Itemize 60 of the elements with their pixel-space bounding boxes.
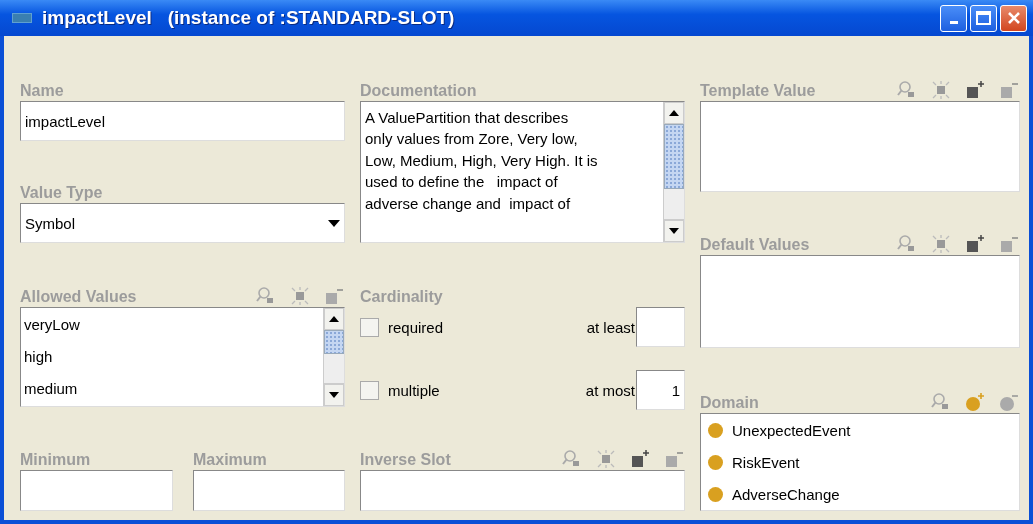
section-label: Domain (700, 393, 759, 413)
close-icon (1006, 11, 1021, 25)
up-arrow-icon (329, 316, 339, 322)
section-label: Maximum (193, 450, 267, 470)
minimize-button[interactable] (940, 4, 967, 32)
section-label: Documentation (360, 81, 477, 101)
down-arrow-icon (669, 228, 679, 234)
section-label: Name (20, 81, 64, 101)
square-plus-icon[interactable] (964, 79, 986, 101)
bound-label: at most (585, 381, 635, 399)
list-item[interactable]: AdverseChange (732, 485, 840, 503)
domain-list[interactable]: UnexpectedEvent RiskEvent AdverseChange (700, 413, 1020, 511)
scroll-up-button[interactable] (664, 102, 684, 124)
circle-plus-icon[interactable] (964, 391, 986, 413)
section-label: Minimum (20, 450, 91, 470)
bound-label: at least (586, 318, 635, 336)
scroll-thumb[interactable] (664, 124, 684, 189)
section-label: Cardinality (360, 287, 443, 307)
scroll-up-button[interactable] (324, 308, 344, 330)
minimum-field[interactable] (20, 470, 173, 511)
checkbox-label: multiple (388, 381, 441, 399)
bound-field[interactable]: 1 (636, 370, 685, 410)
scroll-down-button[interactable] (664, 220, 684, 242)
square-plus-icon[interactable] (629, 448, 651, 470)
square-rays-icon[interactable] (930, 233, 952, 255)
section-label: Default Values (700, 235, 810, 255)
allowed-values-list[interactable]: veryLow high medium (20, 307, 345, 407)
documentation-textarea[interactable]: A ValuePartition that describes only values from Zore, Very low, Low, Medium, High, Very High. It is used to define the impact of adverse change and impact of (360, 101, 685, 243)
section-label: Value Type (20, 183, 103, 203)
inverse-slot-field[interactable] (360, 470, 685, 511)
scroll-down-button[interactable] (324, 384, 344, 406)
maximize-icon (976, 11, 991, 25)
square-rays-icon[interactable] (595, 448, 617, 470)
value-type-dropdown[interactable]: Symbol (20, 203, 345, 243)
list-item[interactable]: medium (21, 372, 323, 404)
dropdown-arrow-icon (328, 219, 340, 227)
name-field[interactable]: impactLevel (20, 101, 345, 141)
minimize-icon (949, 21, 958, 24)
up-arrow-icon (669, 110, 679, 116)
list-item[interactable]: veryLow (21, 308, 323, 340)
bound-field[interactable] (636, 307, 685, 347)
section-label: Allowed Values (20, 287, 137, 307)
checkbox[interactable] (360, 380, 379, 400)
checkbox[interactable] (360, 317, 379, 337)
close-button[interactable] (1000, 4, 1027, 32)
list-item[interactable]: RiskEvent (732, 453, 800, 471)
maximize-button[interactable] (970, 4, 997, 32)
window-icon (12, 13, 32, 23)
square-plus-icon[interactable] (964, 233, 986, 255)
section-label: Inverse Slot (360, 450, 451, 470)
window-title: impactLevel (instance of :STANDARD-SLOT) (42, 7, 456, 29)
list-item[interactable]: UnexpectedEvent (732, 421, 851, 439)
square-rays-icon[interactable] (289, 285, 311, 307)
list-item[interactable]: high (21, 340, 323, 372)
scroll-thumb[interactable] (324, 330, 344, 354)
down-arrow-icon (329, 392, 339, 398)
checkbox-label: required (388, 318, 445, 336)
square-rays-icon[interactable] (930, 79, 952, 101)
section-label: Template Value (700, 81, 816, 101)
maximum-field[interactable] (193, 470, 345, 511)
